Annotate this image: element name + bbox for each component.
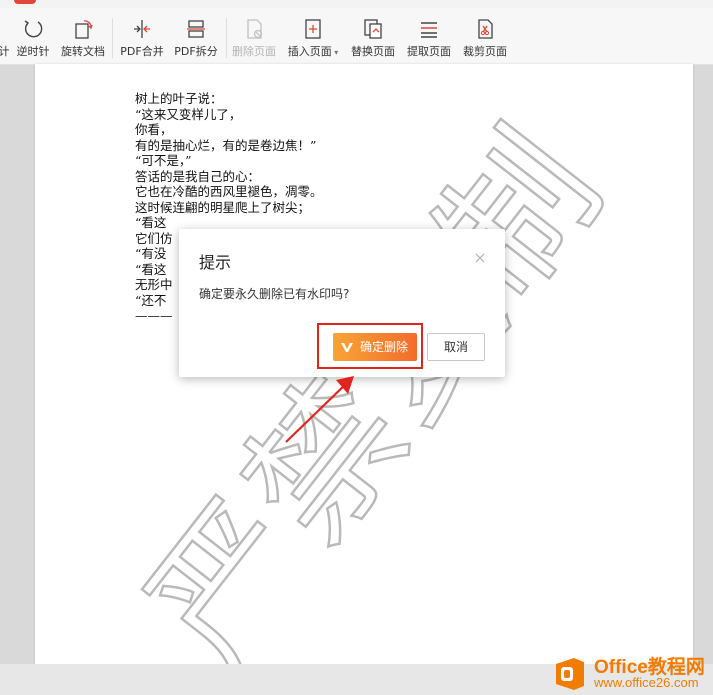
- pdf-merge-button[interactable]: PDF合并: [118, 14, 166, 60]
- merge-icon: [134, 20, 150, 38]
- close-icon[interactable]: [473, 251, 487, 265]
- rotate-clockwise-button[interactable]: 计: [0, 14, 14, 60]
- crop-page-icon: [478, 19, 493, 39]
- toolbar: 计 逆时针 旋转文档 PDF合并 PDF拆分 删除页面 插入页面 ▾ 替换页面 …: [0, 8, 713, 65]
- cancel-button[interactable]: 取消: [427, 333, 485, 361]
- title-strip: [0, 0, 713, 8]
- rotate-counterclockwise-button[interactable]: 逆时针: [14, 14, 52, 60]
- insert-page-icon: [305, 19, 321, 39]
- replace-page-button[interactable]: 替换页面: [348, 14, 398, 60]
- rotate-counterclockwise-icon: [24, 20, 43, 38]
- split-icon: [187, 20, 205, 38]
- dropdown-arrow-icon: ▾: [331, 48, 339, 57]
- toolbar-separator: [112, 18, 113, 58]
- toolbar-separator: [226, 18, 227, 58]
- rotate-document-button[interactable]: 旋转文档: [58, 14, 108, 60]
- text-line: 它也在冷酷的西风里褪色，凋零。: [135, 184, 323, 199]
- delete-page-button[interactable]: 删除页面: [230, 14, 278, 60]
- delete-page-icon: [247, 19, 263, 39]
- app-badge: [14, 0, 36, 4]
- text-line: 你看，: [135, 122, 173, 137]
- crop-page-button[interactable]: 裁剪页面: [460, 14, 510, 60]
- confirm-delete-label: 确定删除: [360, 340, 409, 354]
- vip-icon: [341, 343, 353, 352]
- insert-page-button[interactable]: 插入页面 ▾: [284, 14, 342, 60]
- text-line: 这时候连翩的明星爬上了树尖；: [135, 199, 311, 215]
- logo-url: www.office26.com: [594, 675, 699, 690]
- text-line: “这来又变样儿了，: [135, 106, 242, 122]
- text-line: “可不是，”: [135, 153, 192, 168]
- prompt-dialog: 提示 确定要永久删除已有水印吗? 确定删除 取消: [179, 229, 505, 377]
- extract-page-button[interactable]: 提取页面: [404, 14, 454, 60]
- text-line: 有的是抽心烂，有的是卷边焦！”: [135, 137, 317, 153]
- dialog-title: 提示: [199, 253, 232, 272]
- confirm-delete-button[interactable]: 确定删除: [333, 333, 417, 361]
- site-logo: Office教程网 www.office26.com: [550, 648, 713, 695]
- office-logo-icon: [556, 658, 584, 690]
- dialog-message: 确定要永久删除已有水印吗?: [199, 287, 350, 301]
- replace-page-icon: [364, 19, 382, 39]
- pdf-split-button[interactable]: PDF拆分: [172, 14, 220, 60]
- rotate-document-icon: [75, 20, 93, 39]
- text-line: 树上的叶子说：: [135, 91, 223, 106]
- text-line: 答话的是我自己的心：: [135, 168, 261, 184]
- extract-page-icon: [421, 22, 437, 38]
